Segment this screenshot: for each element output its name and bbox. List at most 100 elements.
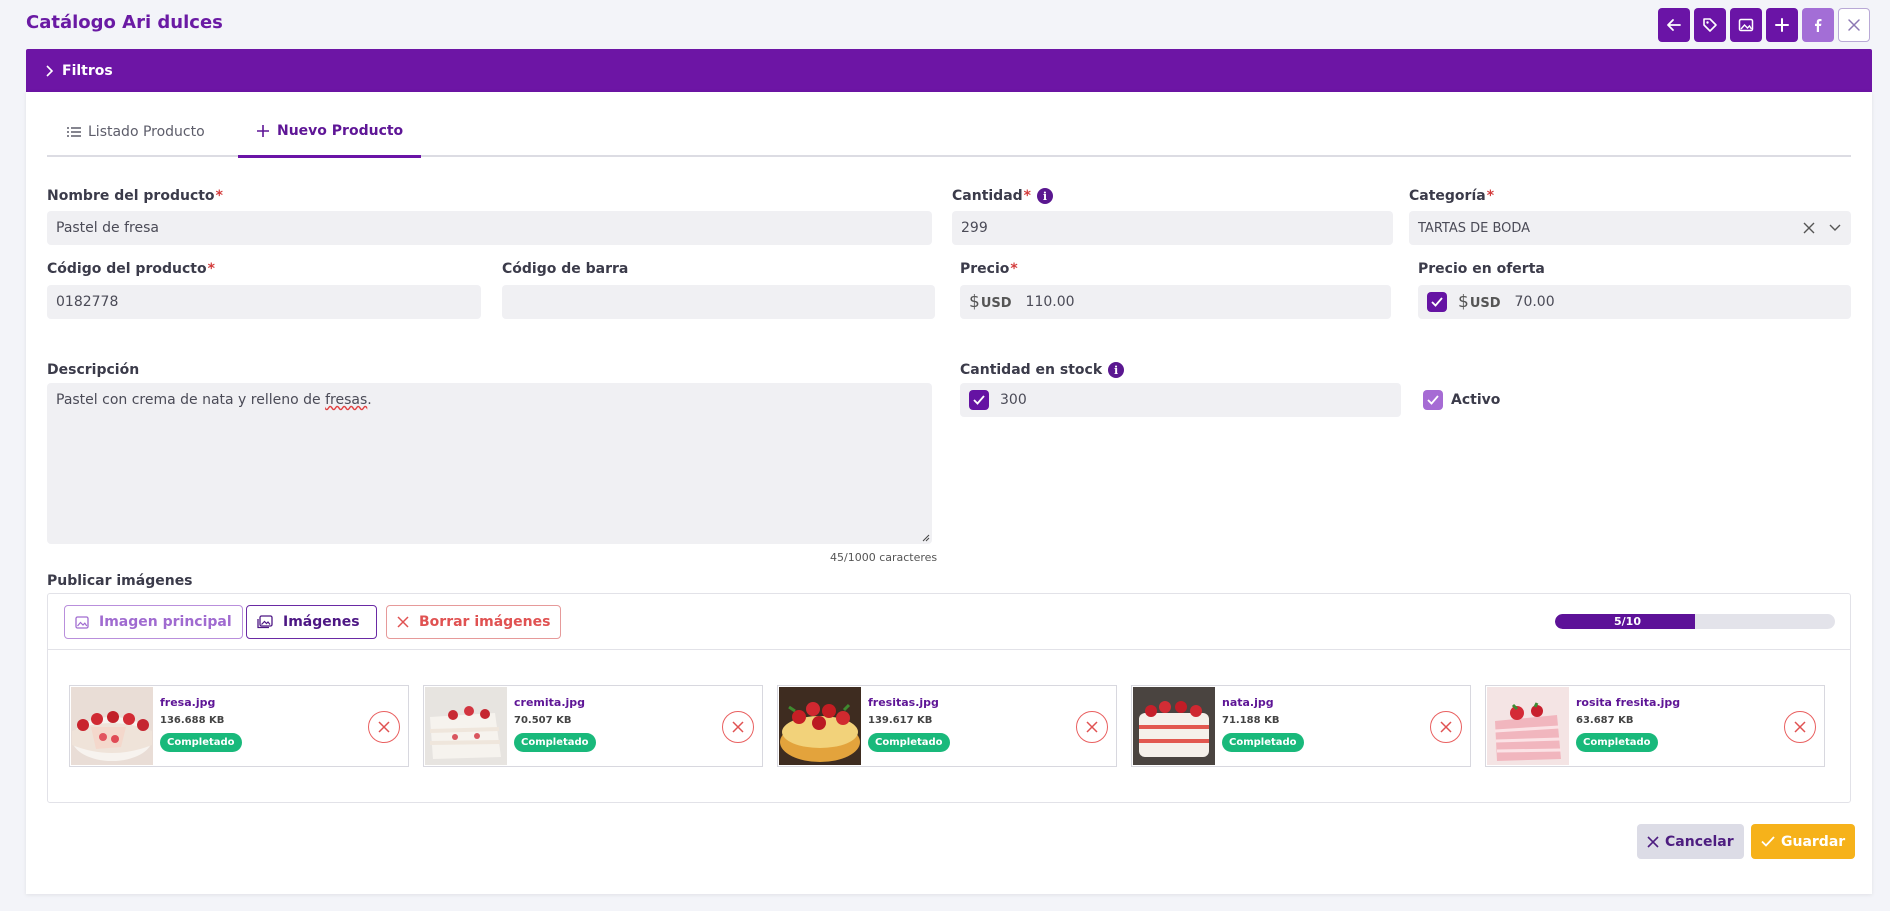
currency-code: USD	[1469, 295, 1501, 311]
file-size: 71.188 KB	[1222, 715, 1280, 726]
status-badge: Completado	[514, 733, 596, 752]
image-icon	[75, 615, 89, 629]
images-button[interactable]: Imágenes	[246, 605, 377, 639]
currency-code: USD	[980, 295, 1012, 311]
close-icon	[397, 616, 409, 628]
tab-listado-producto[interactable]: Listado Producto	[67, 106, 205, 157]
cancel-button[interactable]: Cancelar	[1637, 824, 1744, 859]
close-icon	[732, 721, 744, 733]
file-thumbnail	[1487, 687, 1569, 765]
stock-input[interactable]: 300	[960, 383, 1401, 417]
upload-toolbar: Imagen principal Imágenes Borrar imágene…	[48, 594, 1850, 650]
activo-toggle[interactable]: Activo	[1423, 390, 1500, 410]
close-icon	[378, 721, 390, 733]
file-item: nata.jpg 71.188 KB Completado	[1131, 685, 1471, 767]
chevron-right-icon	[46, 64, 54, 77]
facebook-button[interactable]	[1802, 8, 1834, 42]
resize-handle[interactable]	[920, 532, 930, 542]
check-icon	[973, 395, 985, 405]
status-badge: Completado	[1222, 733, 1304, 752]
remove-file-button[interactable]	[1430, 711, 1462, 743]
stock-label: Cantidad en stock i	[960, 362, 1125, 378]
precio-oferta-checkbox[interactable]	[1427, 292, 1447, 312]
remove-file-button[interactable]	[722, 711, 754, 743]
precio-label: Precio *	[960, 261, 1018, 277]
stock-checkbox[interactable]	[969, 390, 989, 410]
file-name: fresitas.jpg	[868, 696, 939, 709]
chevron-down-icon[interactable]	[1829, 224, 1841, 232]
activo-checkbox[interactable]	[1423, 390, 1443, 410]
info-icon[interactable]: i	[1108, 362, 1125, 378]
codigo-input[interactable]: 0182778	[47, 285, 481, 319]
nombre-input[interactable]: Pastel de fresa	[47, 211, 932, 245]
remove-file-button[interactable]	[1076, 711, 1108, 743]
close-icon	[1647, 835, 1659, 848]
codigo-label: Código del producto *	[47, 261, 215, 277]
product-form-card: Listado Producto Nuevo Producto Nombre d…	[26, 92, 1872, 894]
categoria-label: Categoría *	[1409, 188, 1495, 204]
currency-symbol: $	[969, 292, 980, 312]
file-size: 136.688 KB	[160, 715, 225, 726]
descripcion-label: Descripción	[47, 362, 140, 378]
list-icon	[67, 126, 81, 137]
codigo-barra-label: Código de barra	[502, 261, 629, 277]
file-size: 70.507 KB	[514, 715, 572, 726]
arrow-left-icon	[1667, 19, 1681, 31]
check-icon	[1431, 297, 1443, 307]
precio-oferta-input[interactable]: $ USD 70.00	[1418, 285, 1851, 319]
delete-images-button[interactable]: Borrar imágenes	[386, 605, 562, 639]
nombre-label: Nombre del producto *	[47, 188, 223, 204]
back-button[interactable]	[1658, 8, 1690, 42]
file-list: fresa.jpg 136.688 KB Completado cremita.…	[69, 685, 1825, 767]
remove-file-button[interactable]	[368, 711, 400, 743]
close-icon	[1440, 721, 1452, 733]
tag-icon	[1703, 18, 1717, 32]
save-button[interactable]: Guardar	[1751, 824, 1856, 859]
image-button[interactable]	[1730, 8, 1762, 42]
plus-icon	[257, 124, 269, 137]
tab-nuevo-producto[interactable]: Nuevo Producto	[238, 106, 422, 158]
cantidad-label: Cantidad * i	[952, 188, 1053, 204]
main-image-button[interactable]: Imagen principal	[64, 605, 243, 639]
cantidad-input[interactable]: 299	[952, 211, 1393, 245]
codigo-barra-input[interactable]	[502, 285, 935, 319]
top-toolbar	[1658, 8, 1870, 42]
tab-label: Nuevo Producto	[277, 122, 404, 139]
descripcion-textarea[interactable]: Pastel con crema de nata y relleno de fr…	[47, 383, 932, 544]
precio-oferta-label: Precio en oferta	[1418, 261, 1545, 277]
file-name: rosita fresita.jpg	[1576, 696, 1681, 709]
filters-panel-toggle[interactable]: Filtros	[26, 49, 1872, 92]
file-thumbnail	[1133, 687, 1215, 765]
file-name: fresa.jpg	[160, 696, 216, 709]
close-icon	[1794, 721, 1806, 733]
categoria-select[interactable]: TARTAS DE BODA	[1409, 211, 1851, 245]
remove-file-button[interactable]	[1784, 711, 1816, 743]
plus-icon	[1775, 18, 1789, 32]
file-item: fresa.jpg 136.688 KB Completado	[69, 685, 409, 767]
check-icon	[1761, 836, 1775, 847]
check-icon	[1427, 395, 1439, 405]
file-item: fresitas.jpg 139.617 KB Completado	[777, 685, 1117, 767]
info-icon[interactable]: i	[1037, 188, 1053, 204]
file-thumbnail	[425, 687, 507, 765]
file-name: cremita.jpg	[514, 696, 586, 709]
progress-text: 5/10	[1614, 615, 1641, 628]
file-size: 139.617 KB	[868, 715, 933, 726]
file-name: nata.jpg	[1222, 696, 1274, 709]
clear-icon[interactable]	[1803, 222, 1815, 234]
close-button[interactable]	[1838, 8, 1870, 42]
file-thumbnail	[779, 687, 861, 765]
close-icon	[1086, 721, 1098, 733]
tab-bar: Listado Producto Nuevo Producto	[47, 106, 1851, 158]
status-badge: Completado	[160, 733, 242, 752]
image-icon	[1738, 18, 1754, 32]
precio-input[interactable]: $ USD 110.00	[960, 285, 1391, 319]
page-title: Catálogo Ari dulces	[26, 12, 223, 33]
tag-button[interactable]	[1694, 8, 1726, 42]
close-icon	[1848, 19, 1860, 31]
add-button[interactable]	[1766, 8, 1798, 42]
image-upload-panel: Imagen principal Imágenes Borrar imágene…	[47, 593, 1851, 803]
char-counter: 45/1000 caracteres	[830, 551, 938, 564]
currency-symbol: $	[1458, 292, 1469, 312]
status-badge: Completado	[1576, 733, 1658, 752]
